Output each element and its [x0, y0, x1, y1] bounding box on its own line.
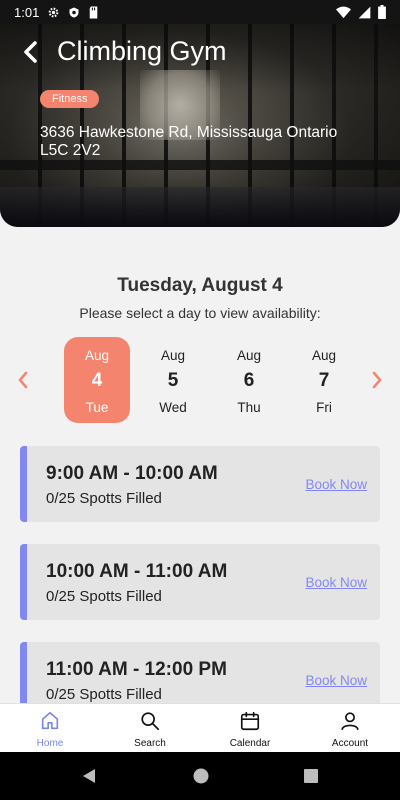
day-option-wed-5[interactable]: Aug 5 Wed — [140, 337, 206, 423]
time-slot-card: 10:00 AM - 11:00 AM 0/25 Spotts Filled B… — [20, 544, 380, 620]
settings-icon — [48, 7, 59, 17]
signal-icon — [358, 6, 371, 18]
nav-account[interactable]: Account — [310, 704, 390, 753]
day-option-tue-4[interactable]: Aug 4 Tue — [64, 337, 130, 423]
nav-label: Search — [134, 738, 166, 749]
back-arrow-icon — [24, 41, 37, 63]
day-weekday: Fri — [316, 400, 332, 415]
nav-label: Calendar — [229, 738, 271, 749]
recents-square-icon — [304, 769, 318, 783]
next-day-button[interactable] — [370, 370, 384, 395]
slot-time: 10:00 AM - 11:00 AM — [46, 561, 228, 582]
chevron-right-icon — [372, 371, 382, 389]
day-option-thu-6[interactable]: Aug 6 Thu — [216, 337, 282, 423]
system-navigation-bar — [0, 752, 400, 800]
previous-day-button[interactable] — [16, 370, 30, 395]
page-title: Climbing Gym — [57, 36, 227, 66]
day-weekday: Thu — [237, 400, 261, 415]
back-button[interactable] — [18, 38, 42, 66]
day-number: 6 — [243, 370, 255, 391]
battery-icon — [378, 5, 386, 19]
day-number: 5 — [167, 370, 179, 391]
nav-label: Account — [331, 738, 369, 749]
nav-search[interactable]: Search — [110, 704, 190, 753]
wifi-icon — [336, 6, 351, 18]
time-slot-card: 9:00 AM - 10:00 AM 0/25 Spotts Filled Bo… — [20, 446, 380, 522]
slot-capacity: 0/25 Spotts Filled — [46, 588, 162, 605]
nav-label: Home — [36, 738, 64, 749]
nav-home[interactable]: Home — [10, 704, 90, 753]
day-month: Aug — [236, 348, 262, 363]
selected-date-heading: Tuesday, August 4 — [117, 275, 283, 296]
status-time: 1:01 — [14, 4, 40, 20]
account-icon — [341, 712, 359, 731]
system-back-button[interactable] — [80, 767, 98, 790]
day-option-fri-7[interactable]: Aug 7 Fri — [291, 337, 357, 423]
day-number: 7 — [318, 370, 330, 391]
status-bar: 1:01 — [0, 0, 400, 24]
calendar-icon — [240, 711, 260, 731]
slot-capacity: 0/25 Spotts Filled — [46, 490, 162, 507]
date-instructions: Please select a day to view availability… — [79, 305, 321, 321]
slot-accent-bar — [20, 544, 27, 620]
nav-calendar[interactable]: Calendar — [210, 704, 290, 753]
sd-card-icon — [90, 6, 98, 18]
slot-accent-bar — [20, 446, 27, 522]
category-tag: Fitness — [40, 90, 100, 108]
day-month: Aug — [311, 348, 337, 363]
slot-time: 9:00 AM - 10:00 AM — [46, 463, 218, 484]
search-icon — [141, 712, 160, 731]
book-now-link[interactable]: Book Now — [305, 673, 367, 688]
day-month: Aug — [84, 348, 110, 363]
slot-time: 11:00 AM - 12:00 PM — [46, 659, 227, 680]
address: 3636 Hawkestone Rd, Mississauga Ontario … — [40, 124, 338, 159]
chevron-left-icon — [18, 371, 28, 389]
bottom-navigation: Home Search Calendar Account — [0, 703, 400, 753]
day-number: 4 — [91, 370, 103, 391]
home-circle-icon — [193, 768, 209, 784]
slot-capacity: 0/25 Spotts Filled — [46, 686, 162, 703]
day-weekday: Tue — [85, 400, 109, 415]
shield-icon — [69, 7, 79, 17]
home-icon — [41, 711, 59, 730]
back-triangle-icon — [83, 769, 95, 783]
book-now-link[interactable]: Book Now — [305, 575, 367, 590]
book-now-link[interactable]: Book Now — [305, 477, 367, 492]
day-weekday: Wed — [159, 400, 187, 415]
day-month: Aug — [160, 348, 186, 363]
system-recents-button[interactable] — [302, 767, 320, 790]
header-image — [0, 0, 400, 227]
system-home-button[interactable] — [192, 767, 210, 790]
